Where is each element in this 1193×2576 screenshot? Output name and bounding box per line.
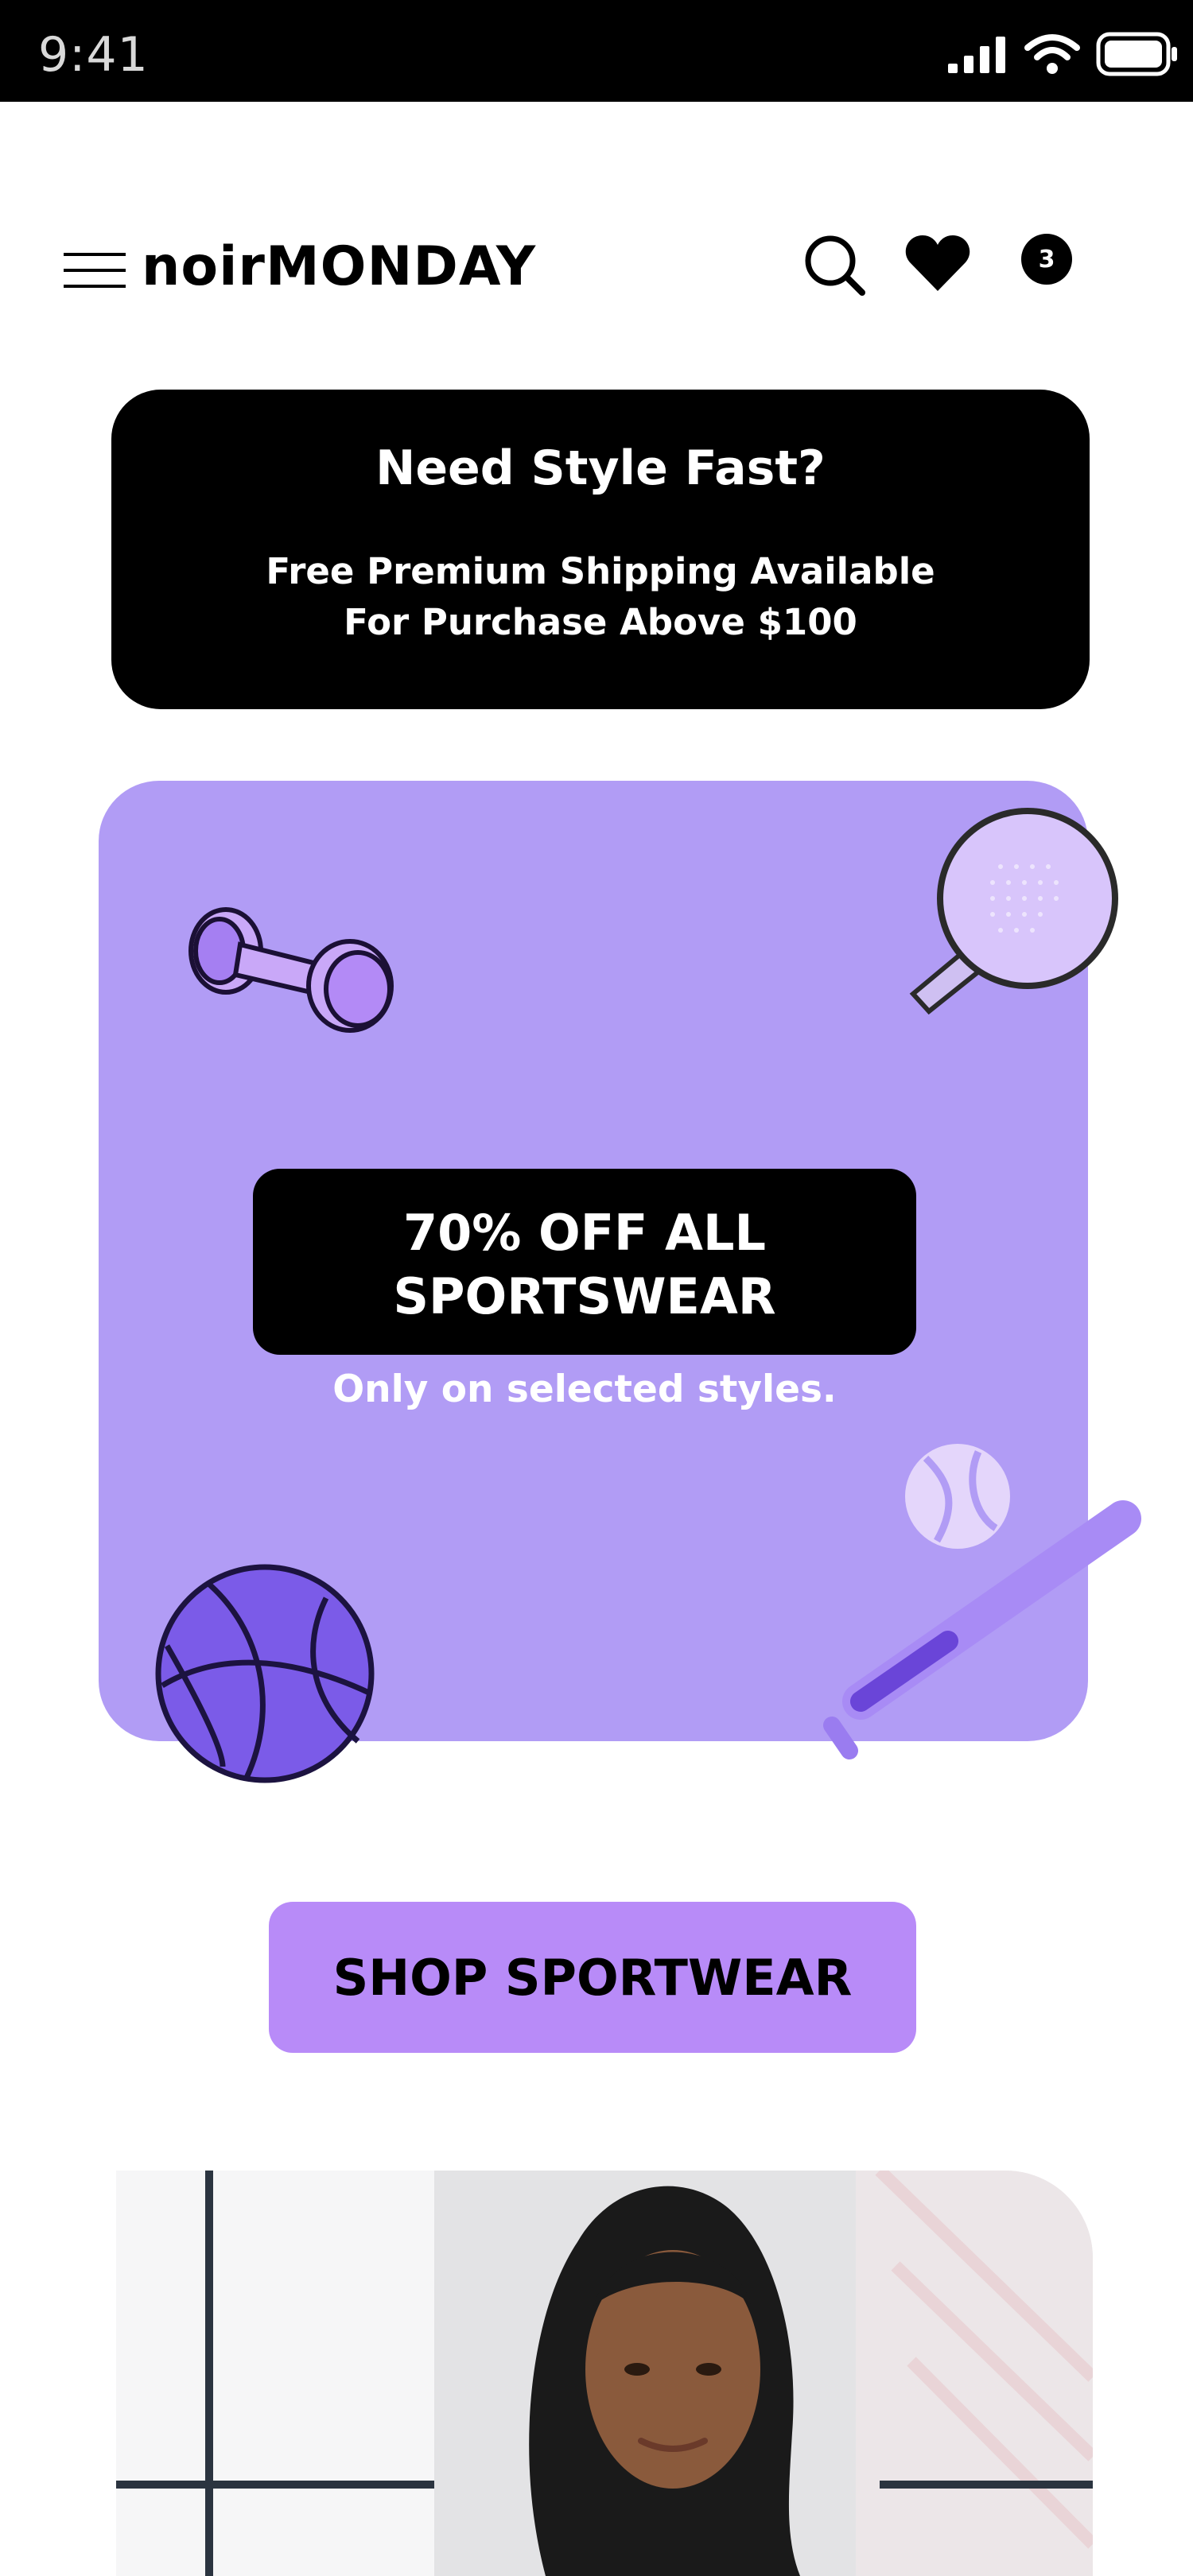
sale-subtitle: Only on selected styles. <box>332 1368 837 1411</box>
shop-sportwear-button[interactable]: SHOP SPORTWEAR <box>269 1902 916 2053</box>
cart-badge[interactable]: 3 <box>1021 234 1072 285</box>
battery-icon <box>1096 32 1177 76</box>
promo-title: Need Style Fast? <box>375 440 826 496</box>
shipping-promo-banner: Need Style Fast? Free Premium Shipping A… <box>111 390 1090 709</box>
signal-icon <box>948 37 1005 73</box>
search-icon[interactable] <box>803 234 867 297</box>
dumbbell-icon <box>188 907 394 1033</box>
wifi-icon <box>1024 34 1080 74</box>
promo-line-2: For Purchase Above $100 <box>344 601 857 643</box>
model-photo-image <box>116 2171 1093 2576</box>
product-photo[interactable] <box>116 2171 1093 2576</box>
sale-headline-line-1: 70% OFF ALL <box>403 1204 766 1262</box>
brand-logo[interactable]: noirMONDAY <box>142 235 536 298</box>
ping-pong-paddle-icon <box>909 808 1118 1015</box>
status-time: 9:41 <box>38 27 149 83</box>
baseball-bat-icon <box>823 1500 1141 1759</box>
hamburger-menu-icon[interactable] <box>64 253 126 288</box>
status-bar: 9:41 <box>0 0 1193 102</box>
sale-headline-box: 70% OFF ALL SPORTSWEAR <box>253 1169 916 1355</box>
basketball-icon <box>155 1564 375 1783</box>
brand-logo-bold: MONDAY <box>265 235 537 298</box>
sale-headline-line-2: SPORTSWEAR <box>393 1267 776 1325</box>
promo-line-1: Free Premium Shipping Available <box>266 550 935 592</box>
heart-icon[interactable] <box>905 234 970 293</box>
brand-logo-light: noir <box>142 235 266 298</box>
